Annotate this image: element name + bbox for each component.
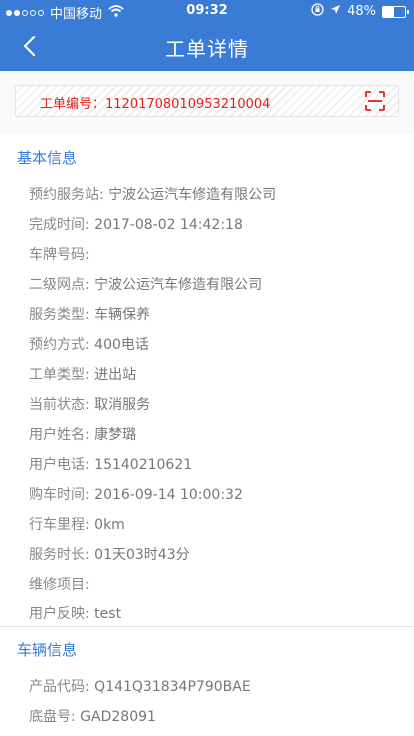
info-row: 预约方式: 400电话 xyxy=(29,337,149,353)
battery-percent: 48% xyxy=(347,4,376,19)
location-arrow-icon xyxy=(330,4,341,19)
nav-bar: 工单详情 xyxy=(0,22,414,71)
section-title-basic-info: 基本信息 xyxy=(17,149,78,167)
section-title-vehicle-info: 车辆信息 xyxy=(17,641,78,659)
header: 中国移动 09:32 48% 工单详情 xyxy=(0,0,414,71)
order-number-label: 工单编号： xyxy=(40,97,106,112)
info-row: 完成时间: 2017-08-02 14:42:18 xyxy=(29,217,243,233)
info-row: 工单类型: 进出站 xyxy=(29,367,137,383)
order-number-box: 工单编号：11201708010953210004 xyxy=(15,85,399,117)
info-row: 底盘号: GAD28091 xyxy=(29,709,156,725)
info-row: 当前状态: 取消服务 xyxy=(29,397,151,413)
order-number-value: 11201708010953210004 xyxy=(105,97,271,112)
vehicle-info-section: 车辆信息 产品代码: Q141Q31834P790BAE 底盘号: GAD280… xyxy=(0,627,414,736)
scan-icon xyxy=(365,91,385,111)
info-row: 服务类型: 车辆保养 xyxy=(29,307,151,323)
lock-rotation-icon xyxy=(311,3,324,20)
scan-button[interactable] xyxy=(364,90,386,112)
battery-icon xyxy=(382,5,409,18)
basic-info-section: 基本信息 预约服务站: 宁波公运汽车修造有限公司 完成时间: 2017-08-0… xyxy=(0,134,414,626)
info-row: 预约服务站: 宁波公运汽车修造有限公司 xyxy=(29,187,277,203)
info-row: 用户姓名: 康梦璐 xyxy=(29,427,137,443)
info-row: 服务时长: 01天03时43分 xyxy=(29,547,190,563)
status-right: 48% xyxy=(311,3,409,20)
order-number-text: 工单编号：11201708010953210004 xyxy=(40,93,270,112)
info-row: 车牌号码: xyxy=(29,247,90,263)
status-bar: 中国移动 09:32 48% xyxy=(0,0,414,22)
order-number-area: 工单编号：11201708010953210004 xyxy=(0,71,414,134)
info-row: 维修项目: xyxy=(29,577,90,593)
info-row: 行车里程: 0km xyxy=(29,517,125,533)
info-row: 用户电话: 15140210621 xyxy=(29,457,193,473)
info-row: 产品代码: Q141Q31834P790BAE xyxy=(29,679,251,695)
info-row: 用户反映: test xyxy=(29,606,122,622)
page-title: 工单详情 xyxy=(165,37,249,61)
info-row: 购车时间: 2016-09-14 10:00:32 xyxy=(29,487,243,503)
info-row: 二级网点: 宁波公运汽车修造有限公司 xyxy=(29,277,263,293)
